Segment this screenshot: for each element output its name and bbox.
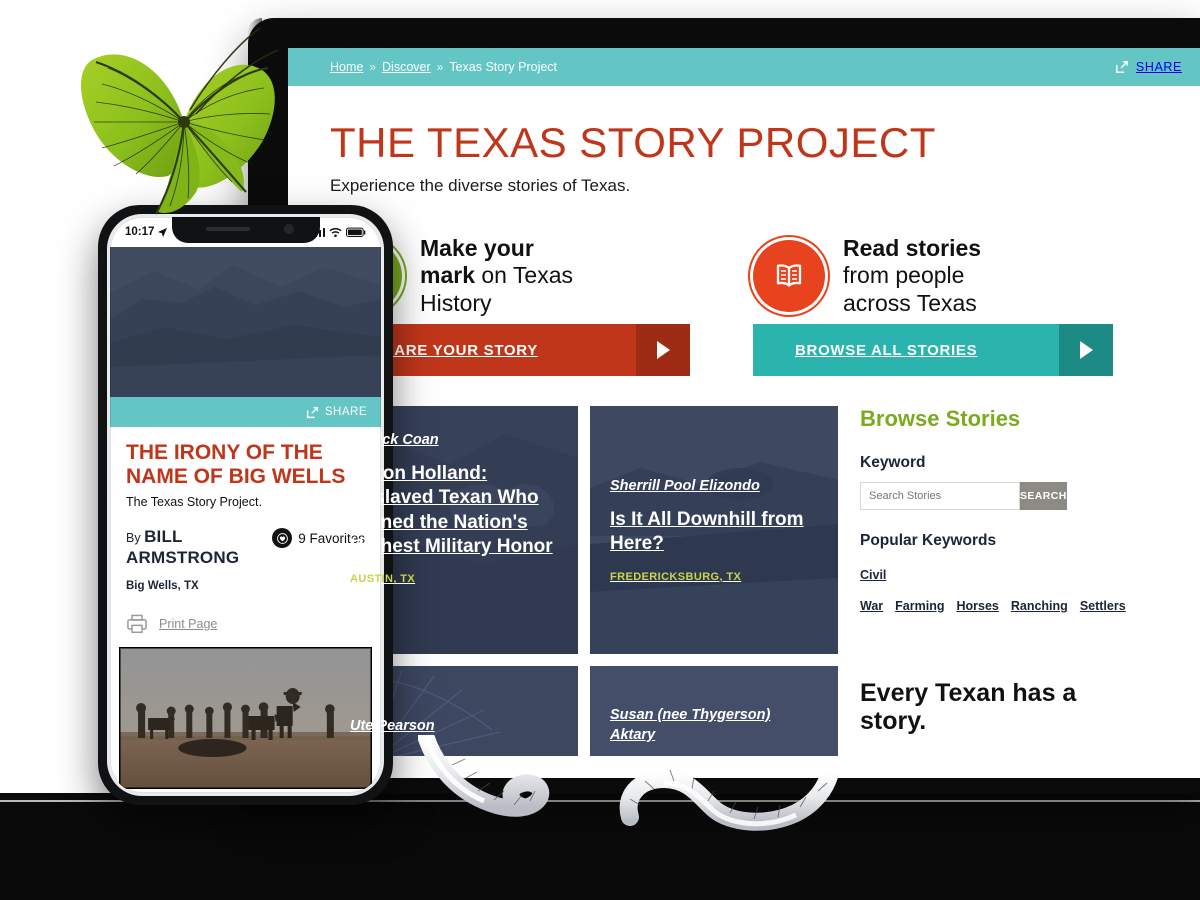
keyword-label: Keyword bbox=[860, 454, 926, 471]
cta-text: Read stories from people across Texas bbox=[843, 235, 981, 318]
speaker-grille bbox=[205, 227, 250, 231]
promo-composite: Home » Discover » Texas Story Project SH… bbox=[0, 0, 1200, 900]
page-title: THE TEXAS STORY PROJECT bbox=[330, 119, 936, 166]
cta-row: Make your mark on Texas History SHARE YO… bbox=[330, 228, 1200, 376]
historic-ranch-photo bbox=[120, 647, 371, 788]
card-author: Patrick Coan bbox=[350, 432, 439, 448]
breadcrumb-discover[interactable]: Discover bbox=[382, 60, 431, 74]
cta-line1: Make your bbox=[420, 234, 534, 261]
article-photo bbox=[110, 647, 381, 788]
cta-line2-rest: on Texas bbox=[474, 262, 574, 289]
status-time-group: 10:17 bbox=[125, 226, 168, 238]
phone-rim: 10:17 SHARE THE IRONY OF THE NAME OF BIG… bbox=[107, 214, 384, 796]
cta-line2-bold: mark bbox=[420, 262, 475, 289]
browse-all-stories-button[interactable]: BROWSE ALL STORIES bbox=[753, 324, 1113, 376]
search-row: SEARCH bbox=[860, 482, 1067, 510]
card-author: Sherrill Pool Elizondo bbox=[610, 478, 760, 494]
cta-text: Make your mark on Texas History bbox=[420, 235, 573, 318]
keyword-tag[interactable]: Settlers bbox=[1080, 599, 1126, 613]
phone-screen: 10:17 SHARE THE IRONY OF THE NAME OF BIG… bbox=[110, 217, 381, 793]
breadcrumb-separator: » bbox=[436, 60, 444, 74]
open-book-icon bbox=[753, 240, 825, 312]
cta-header: Read stories from people across Texas bbox=[753, 228, 1113, 324]
article-author: BILL ARMSTRONG bbox=[126, 527, 240, 568]
breadcrumb: Home » Discover » Texas Story Project SH… bbox=[288, 48, 1200, 86]
keyword-tag[interactable]: Civil War bbox=[860, 568, 886, 613]
printer-icon bbox=[127, 614, 147, 633]
green-leaf-illustration bbox=[72, 26, 287, 226]
sidebar-tagline: Every Texan has a story. bbox=[860, 679, 1077, 736]
article-location: Big Wells, TX bbox=[126, 579, 199, 592]
story-card-grid: Patrick Coan Milton Holland: Enslaved Te… bbox=[330, 406, 838, 756]
byline-prefix: By bbox=[126, 531, 141, 546]
keyword-tag[interactable]: Ranching bbox=[1011, 599, 1068, 613]
search-button[interactable]: SEARCH bbox=[1020, 482, 1067, 510]
cta-line3: across Texas bbox=[843, 289, 977, 316]
breadcrumb-current: Texas Story Project bbox=[449, 60, 558, 74]
print-page-button[interactable]: Print Page bbox=[126, 614, 365, 634]
wifi-icon bbox=[329, 227, 342, 237]
cta-read-stories: Read stories from people across Texas BR… bbox=[753, 228, 1113, 376]
card-content: Patrick Coan Milton Holland: Enslaved Te… bbox=[350, 432, 558, 585]
search-input[interactable] bbox=[860, 482, 1020, 510]
status-time: 10:17 bbox=[125, 226, 155, 238]
external-share-icon bbox=[1115, 61, 1128, 73]
external-share-icon bbox=[306, 406, 318, 418]
card-location: FREDERICKSBURG, TX bbox=[610, 570, 742, 583]
heart-icon bbox=[272, 528, 293, 549]
tablet-screen: Home » Discover » Texas Story Project SH… bbox=[288, 48, 1200, 778]
phone-device: 10:17 SHARE THE IRONY OF THE NAME OF BIG… bbox=[98, 205, 393, 805]
battery-icon bbox=[346, 227, 366, 237]
phone-share-bar[interactable]: SHARE bbox=[110, 397, 381, 427]
popular-keywords-label: Popular Keywords bbox=[860, 532, 997, 549]
breadcrumb-home[interactable]: Home bbox=[330, 60, 363, 74]
arrow-right-icon bbox=[636, 324, 690, 376]
browse-stories-heading: Browse Stories bbox=[860, 406, 1021, 431]
card-title: Milton Holland: Enslaved Texan Who Earne… bbox=[350, 463, 553, 557]
cta-line3: History bbox=[420, 289, 492, 316]
article-title: THE IRONY OF THE NAME OF BIG WELLS bbox=[126, 441, 346, 488]
phone-article: THE IRONY OF THE NAME OF BIG WELLS The T… bbox=[110, 427, 381, 788]
tablet-page-body: THE TEXAS STORY PROJECT Experience the d… bbox=[288, 122, 1200, 756]
browse-sidebar: Browse Stories Keyword SEARCH Popular Ke… bbox=[850, 406, 1142, 756]
arrow-right-icon bbox=[1059, 324, 1113, 376]
print-page-label: Print Page bbox=[159, 616, 218, 631]
page-subtitle: Experience the diverse stories of Texas. bbox=[330, 176, 631, 195]
location-arrow-icon bbox=[158, 227, 168, 237]
keyword-tag[interactable]: Farming bbox=[895, 599, 944, 613]
browse-all-stories-label: BROWSE ALL STORIES bbox=[795, 341, 978, 359]
phone-share-label: SHARE bbox=[324, 406, 367, 418]
article-subtitle: The Texas Story Project. bbox=[126, 495, 262, 510]
breadcrumb-separator: » bbox=[369, 60, 377, 74]
card-author: Ute Pearson bbox=[350, 718, 435, 734]
phone-hero-image bbox=[110, 247, 381, 397]
white-snake-illustration bbox=[417, 728, 839, 855]
card-content: Sherrill Pool Elizondo Is It All Downhil… bbox=[610, 432, 818, 583]
cta-line2-rest: from people bbox=[843, 262, 965, 289]
canyon-landscape-image bbox=[110, 247, 381, 397]
card-title: Is It All Downhill from Here? bbox=[610, 509, 804, 555]
share-button[interactable]: SHARE bbox=[1115, 60, 1182, 74]
story-card[interactable]: Sherrill Pool Elizondo Is It All Downhil… bbox=[590, 406, 838, 654]
stories-section: Patrick Coan Milton Holland: Enslaved Te… bbox=[330, 406, 1200, 756]
cta-line1: Read stories bbox=[843, 234, 982, 261]
article-byline-row: By BILL ARMSTRONG 9 Favorites bbox=[126, 526, 365, 569]
article-byline: By BILL ARMSTRONG bbox=[126, 526, 272, 569]
keyword-tag[interactable]: Horses bbox=[956, 599, 998, 613]
popular-keywords-list: Civil War Farming Horses Ranching Settlers bbox=[860, 559, 1126, 621]
share-label: SHARE bbox=[1135, 60, 1182, 74]
card-location: AUSTIN, TX bbox=[350, 573, 416, 586]
card-content: Ute Pearson bbox=[350, 718, 558, 734]
